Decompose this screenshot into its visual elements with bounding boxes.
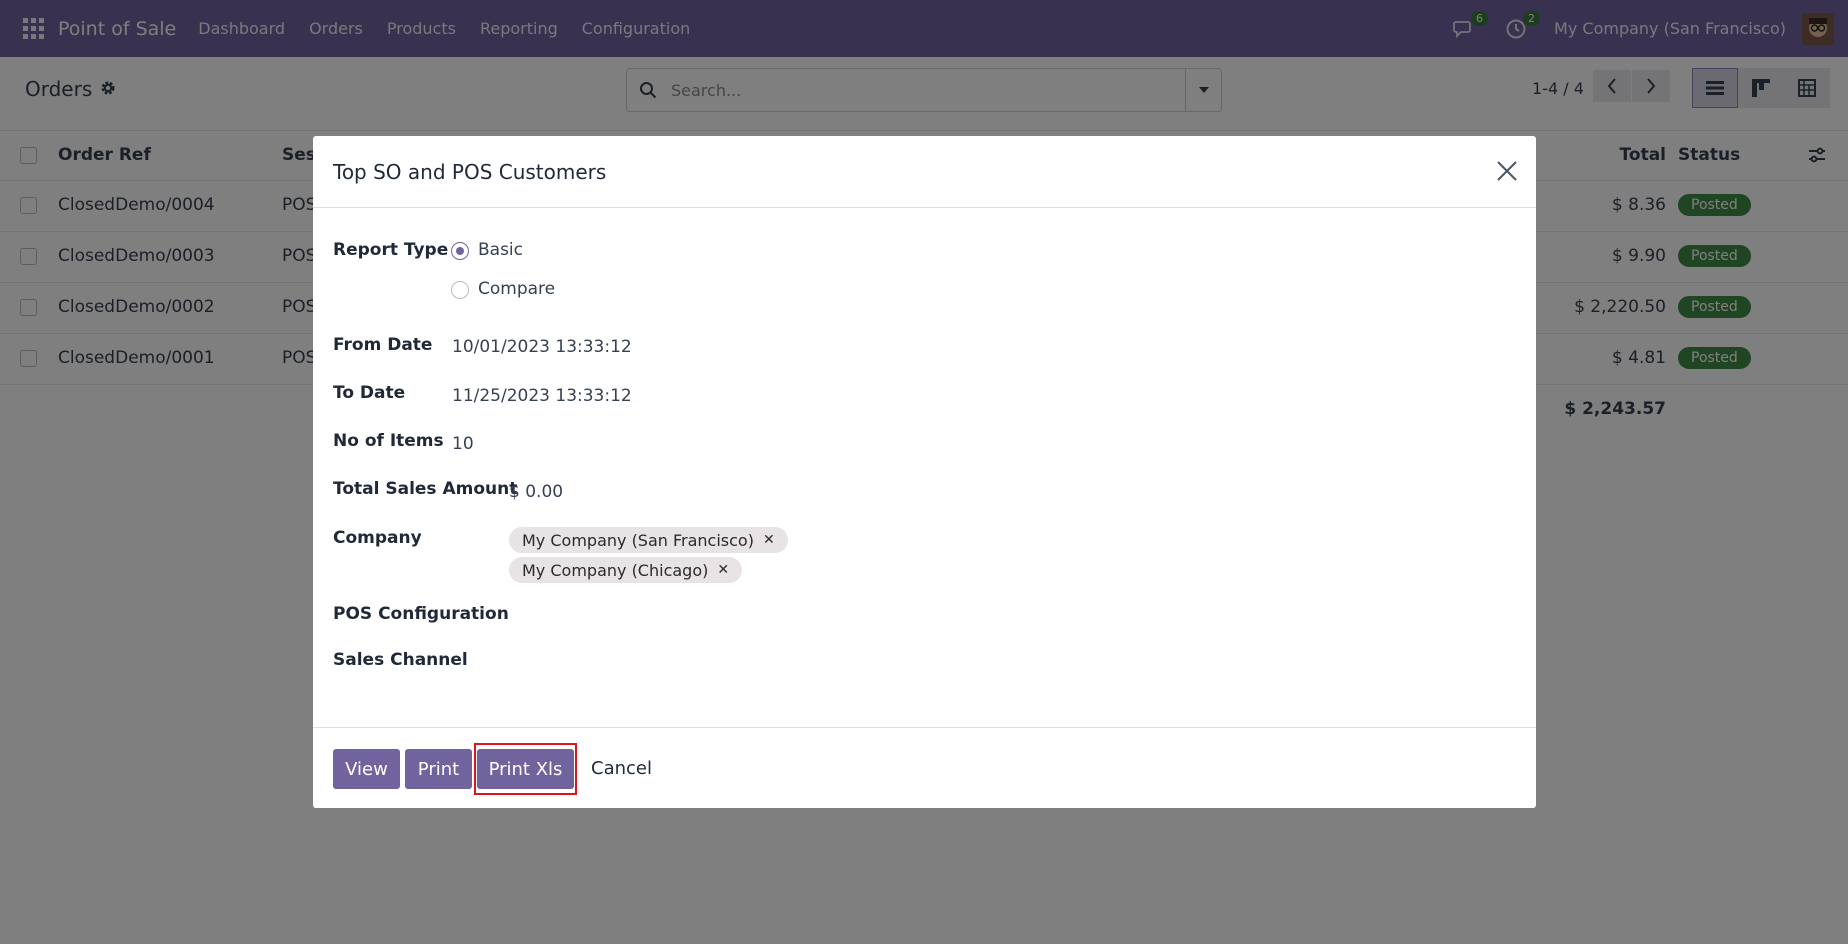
company-tag: My Company (San Francisco) ✕ [509, 527, 788, 553]
remove-tag-icon[interactable]: ✕ [717, 562, 729, 578]
total-sales-label: Total Sales Amount [333, 479, 518, 499]
report-type-compare-radio[interactable] [451, 281, 469, 299]
company-tag: My Company (Chicago) ✕ [509, 557, 743, 583]
items-field[interactable]: 10 [452, 434, 474, 454]
pos-config-label: POS Configuration [333, 604, 509, 624]
from-date-field[interactable]: 10/01/2023 13:33:12 [452, 337, 632, 357]
to-date-field[interactable]: 11/25/2023 13:33:12 [452, 386, 632, 406]
report-type-compare-label[interactable]: Compare [478, 279, 555, 299]
dialog-title: Top SO and POS Customers [333, 160, 607, 184]
remove-tag-icon[interactable]: ✕ [763, 532, 775, 548]
report-type-basic-label[interactable]: Basic [478, 240, 523, 260]
company-tag-label: My Company (Chicago) [522, 560, 709, 580]
view-button[interactable]: View [333, 749, 400, 789]
items-label: No of Items [333, 431, 444, 451]
highlight-box [474, 743, 577, 795]
company-tag-label: My Company (San Francisco) [522, 530, 754, 550]
from-date-label: From Date [333, 335, 433, 355]
dialog-header: Top SO and POS Customers [313, 136, 1536, 208]
report-dialog: Top SO and POS Customers Report Type Bas… [313, 136, 1536, 808]
sales-channel-label: Sales Channel [333, 650, 468, 670]
company-label: Company [333, 528, 422, 548]
cancel-button[interactable]: Cancel [591, 758, 652, 779]
report-type-basic-radio[interactable] [451, 242, 469, 260]
total-sales-field[interactable]: $ 0.00 [509, 482, 563, 502]
print-button[interactable]: Print [405, 749, 472, 789]
to-date-label: To Date [333, 383, 406, 403]
dialog-footer: View Print Print Xls Cancel [313, 727, 1536, 808]
report-type-label: Report Type [333, 240, 449, 260]
close-icon[interactable] [1494, 158, 1520, 184]
